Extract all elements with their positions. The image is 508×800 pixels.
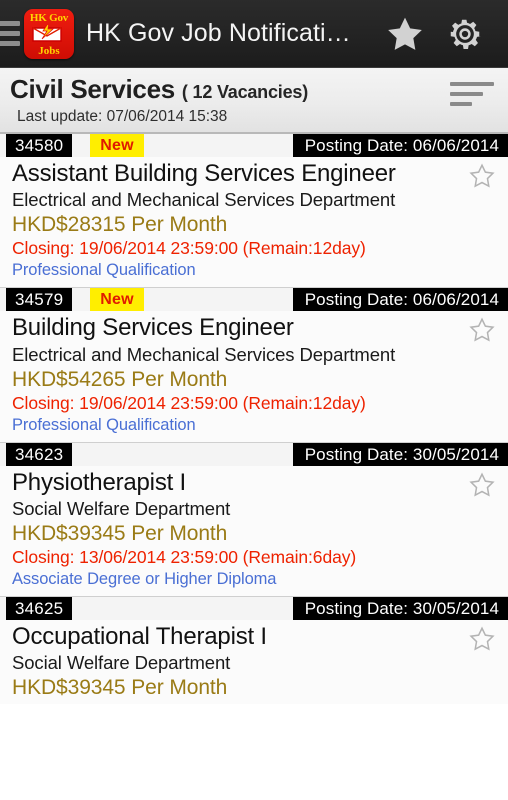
job-id-badge: 34625	[6, 596, 73, 620]
action-bar: HK Gov Jobs HK Gov Job Notificati…	[0, 0, 508, 68]
favorite-star-button[interactable]	[468, 625, 496, 658]
job-qualification[interactable]: Associate Degree or Higher Diploma	[0, 568, 508, 592]
star-outline-icon	[469, 163, 495, 188]
star-outline-icon	[469, 472, 495, 497]
job-card-header: 34623 Posting Date: 30/05/2014	[0, 442, 508, 466]
job-card-header: 34625 Posting Date: 30/05/2014	[0, 596, 508, 620]
star-outline-icon	[469, 317, 495, 342]
app-logo-line2: Jobs	[38, 44, 60, 57]
job-qualification[interactable]: Professional Qualification	[0, 414, 508, 438]
job-id-badge: 34623	[6, 442, 73, 466]
envelope-lightning-icon	[32, 24, 62, 42]
app-logo: HK Gov Jobs	[24, 8, 74, 59]
sort-icon[interactable]	[450, 82, 494, 112]
job-title: Building Services Engineer	[12, 314, 294, 342]
job-department: Electrical and Mechanical Services Depar…	[12, 343, 396, 365]
job-closing: Closing: 13/06/2014 23:59:00 (Remain:6da…	[12, 546, 357, 567]
favorite-star-button[interactable]	[468, 316, 496, 349]
job-title: Occupational Therapist I	[12, 622, 267, 650]
job-department: Social Welfare Department	[12, 497, 231, 519]
posting-date-badge: Posting Date: 30/05/2014	[292, 596, 508, 620]
job-closing: Closing: 19/06/2014 23:59:00 (Remain:12d…	[12, 392, 366, 413]
app-root: HK Gov Jobs HK Gov Job Notificati… Civil…	[0, 0, 508, 800]
job-card[interactable]: 34580 New Posting Date: 06/06/2014 Assistan…	[0, 134, 508, 289]
header-spacer	[72, 443, 292, 466]
posting-date-badge: Posting Date: 06/06/2014	[292, 288, 508, 312]
job-department: Social Welfare Department	[12, 652, 231, 674]
star-outline-icon	[469, 626, 495, 651]
job-id-badge: 34580	[6, 134, 73, 157]
last-update-text: Last update: 07/06/2014 15:38	[17, 108, 228, 125]
job-salary: HKD$54265 Per Month	[12, 367, 228, 391]
posting-date-badge: Posting Date: 30/05/2014	[292, 442, 508, 466]
new-badge: New	[90, 134, 144, 157]
job-salary: HKD$39345 Per Month	[12, 521, 228, 545]
job-closing: Closing: 19/06/2014 23:59:00 (Remain:12d…	[12, 238, 366, 259]
star-filled-icon	[388, 17, 422, 50]
new-badge: New	[90, 288, 144, 312]
hamburger-icon[interactable]	[0, 21, 20, 46]
job-id-badge: 34579	[6, 288, 73, 312]
job-card[interactable]: 34625 Posting Date: 30/05/2014 Occupationa…	[0, 596, 508, 705]
job-card-header: 34580 New Posting Date: 06/06/2014	[0, 134, 508, 157]
posting-date-badge: Posting Date: 06/06/2014	[292, 134, 508, 157]
job-title: Assistant Building Services Engineer	[12, 160, 396, 187]
favorite-star-button[interactable]	[468, 471, 496, 504]
job-title: Physiotherapist I	[12, 468, 187, 496]
header-spacer	[72, 597, 292, 620]
job-qualification[interactable]: Professional Qualification	[0, 259, 508, 283]
favorites-button[interactable]	[374, 3, 436, 65]
job-list[interactable]: 34580 New Posting Date: 06/06/2014 Assistan…	[0, 134, 508, 705]
header-spacer	[144, 288, 293, 311]
section-header: Civil Services ( 12 Vacancies) Last upda…	[0, 68, 508, 134]
job-salary: HKD$39345 Per Month	[12, 676, 228, 700]
favorite-star-button[interactable]	[468, 162, 496, 195]
job-card[interactable]: 34579 New Posting Date: 06/06/2014 Building…	[0, 288, 508, 443]
page-title: Civil Services	[10, 74, 175, 104]
app-logo-line1: HK Gov	[29, 11, 69, 24]
job-department: Electrical and Mechanical Services Depar…	[12, 189, 396, 211]
settings-button[interactable]	[436, 3, 494, 65]
vacancy-count: ( 12 Vacancies)	[181, 82, 309, 102]
page-title-row: Civil Services ( 12 Vacancies)	[10, 74, 508, 105]
gear-icon	[450, 19, 481, 49]
job-card-header: 34579 New Posting Date: 06/06/2014	[0, 288, 508, 312]
job-salary: HKD$28315 Per Month	[12, 213, 228, 237]
app-title: HK Gov Job Notificati…	[86, 19, 351, 47]
job-card[interactable]: 34623 Posting Date: 30/05/2014 Physiothera…	[0, 442, 508, 597]
header-spacer	[144, 134, 293, 157]
